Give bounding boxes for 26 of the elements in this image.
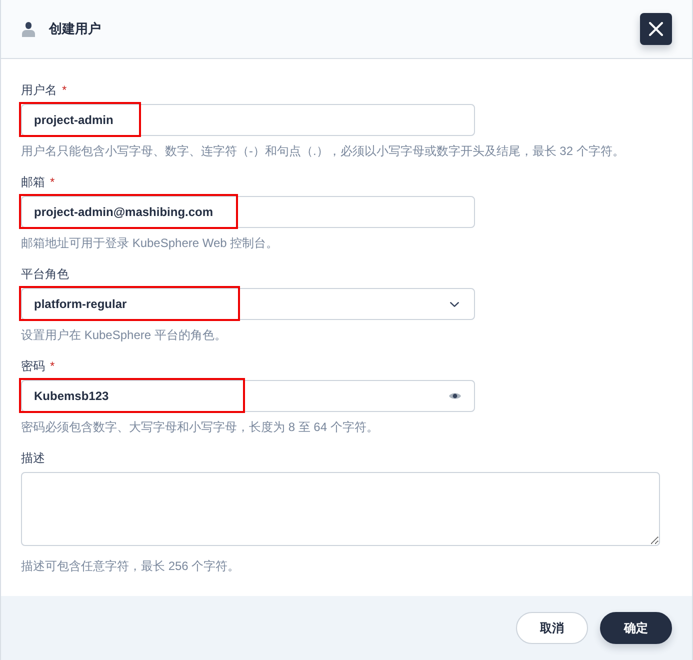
- field-label: 邮箱: [21, 174, 45, 190]
- field-hint: 邮箱地址可用于登录 KubeSphere Web 控制台。: [21, 235, 278, 251]
- confirm-button[interactable]: 确定: [600, 612, 672, 644]
- dialog-title: 创建用户: [49, 20, 101, 38]
- close-icon: [649, 22, 663, 36]
- field-label: 平台角色: [21, 266, 69, 282]
- field-hint: 用户名只能包含小写字母、数字、连字符（-）和句点（.），必须以小写字母或数字开头及结尾，最长 32 个字符。: [21, 143, 624, 159]
- chevron-down-icon: [450, 302, 459, 306]
- required-mark: *: [62, 82, 67, 98]
- description-field[interactable]: [21, 472, 660, 546]
- user-icon: [22, 22, 35, 36]
- password-field[interactable]: Kubemsb123: [21, 380, 475, 412]
- select-field[interactable]: platform-regular: [21, 288, 475, 320]
- field-hint: 密码必须包含数字、大写字母和小写字母，长度为 8 至 64 个字符。: [21, 419, 378, 435]
- close-button[interactable]: [640, 13, 672, 45]
- required-mark: *: [50, 174, 55, 190]
- field-hint: 设置用户在 KubeSphere 平台的角色。: [21, 327, 226, 343]
- required-mark: *: [50, 358, 55, 374]
- input-field[interactable]: project-admin@mashibing.com: [21, 196, 475, 228]
- cancel-button[interactable]: 取消: [516, 612, 588, 644]
- eye-icon[interactable]: [449, 392, 461, 400]
- field-label: 描述: [21, 450, 45, 466]
- input-field[interactable]: project-admin: [21, 104, 475, 136]
- field-hint: 描述可包含任意字符，最长 256 个字符。: [21, 558, 240, 574]
- field-label: 密码: [21, 358, 45, 374]
- field-label: 用户名: [21, 82, 57, 98]
